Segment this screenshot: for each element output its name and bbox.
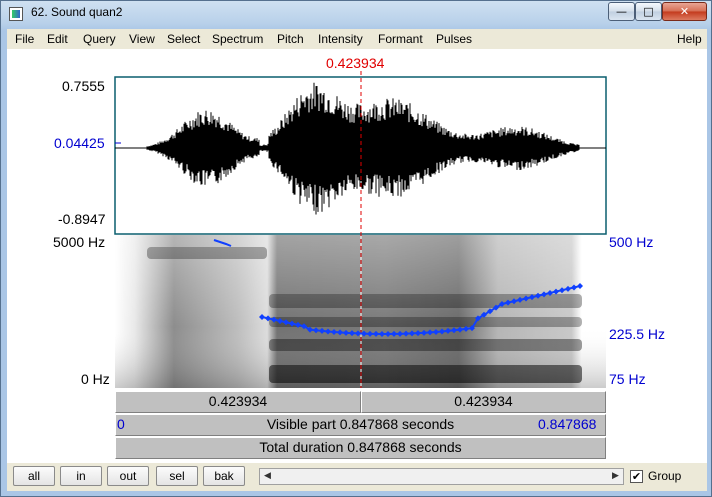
menu-edit[interactable]: Edit <box>47 32 68 46</box>
scroll-left-icon[interactable]: ◀ <box>260 469 275 484</box>
total-duration-bar[interactable]: Total duration 0.847868 seconds <box>115 437 606 459</box>
editor-client-area: 0.423934 0.7555 0.04425 -0.8947 5000 Hz … <box>7 49 707 463</box>
menu-file[interactable]: File <box>15 32 34 46</box>
selection-right-segment-bar[interactable]: 0.423934 <box>361 391 606 413</box>
visible-start-label: 0 <box>117 416 125 432</box>
menu-query[interactable]: Query <box>83 32 116 46</box>
group-checkbox[interactable]: ✔ <box>630 470 643 483</box>
menu-pitch[interactable]: Pitch <box>277 32 304 46</box>
zoom-selection-button[interactable]: sel <box>156 466 198 486</box>
horizontal-scrollbar[interactable]: ◀ ▶ <box>259 468 624 485</box>
zoom-all-button[interactable]: all <box>13 466 55 486</box>
signal-views[interactable] <box>7 49 707 389</box>
visible-part-text: Visible part 0.847868 seconds <box>266 416 455 432</box>
zoom-back-button[interactable]: bak <box>203 466 245 486</box>
menu-intensity[interactable]: Intensity <box>318 32 363 46</box>
close-button[interactable]: ✕ <box>662 2 707 21</box>
menu-spectrum[interactable]: Spectrum <box>212 32 263 46</box>
praat-app-icon <box>9 7 23 21</box>
menu-view[interactable]: View <box>129 32 155 46</box>
zoom-out-button[interactable]: out <box>107 466 149 486</box>
visible-end-label: 0.847868 <box>538 416 597 432</box>
menu-formant[interactable]: Formant <box>378 32 423 46</box>
zoom-in-button[interactable]: in <box>60 466 102 486</box>
menu-select[interactable]: Select <box>167 32 200 46</box>
window-title: 62. Sound quan2 <box>31 5 123 19</box>
title-bar[interactable]: 62. Sound quan2 — □ ✕ <box>1 1 711 29</box>
visible-part-bar[interactable]: Visible part 0.847868 seconds <box>115 414 606 436</box>
menu-pulses[interactable]: Pulses <box>436 32 472 46</box>
praat-sound-editor-window: 62. Sound quan2 — □ ✕ File Edit Query Vi… <box>0 0 712 497</box>
drawing-area[interactable]: 0.423934 0.7555 0.04425 -0.8947 5000 Hz … <box>7 49 707 463</box>
group-checkbox-label: Group <box>648 469 682 483</box>
menu-bar: File Edit Query View Select Spectrum Pit… <box>7 29 707 49</box>
checkmark-icon: ✔ <box>631 470 642 483</box>
menu-help[interactable]: Help <box>677 32 702 46</box>
maximize-button[interactable]: □ <box>635 2 662 21</box>
bottom-toolbar: all in out sel bak ◀ ▶ ✔ Group <box>7 463 707 491</box>
scroll-right-icon[interactable]: ▶ <box>608 469 623 484</box>
minimize-button[interactable]: — <box>608 2 635 21</box>
selection-left-segment-bar[interactable]: 0.423934 <box>115 391 361 413</box>
